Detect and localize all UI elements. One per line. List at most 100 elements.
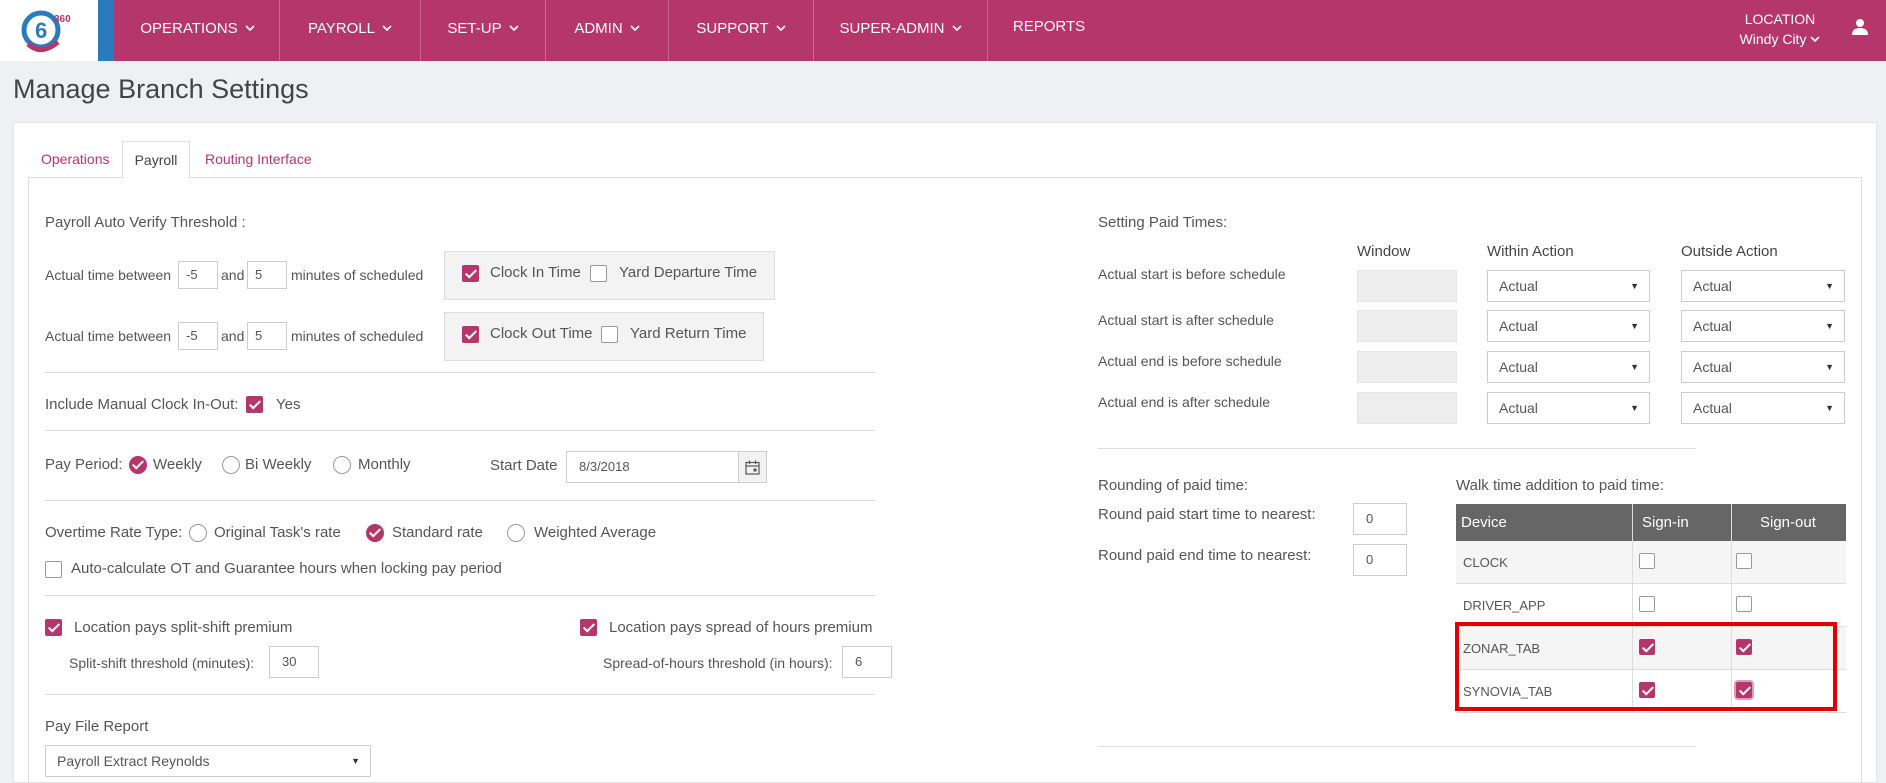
yard-departure-label: Yard Departure Time [619,264,758,281]
dropdown-arrow-icon: ▼ [1825,362,1834,372]
paid-row-label: Actual end is after schedule [1098,394,1270,410]
auto-verify-title: Payroll Auto Verify Threshold : [45,214,246,231]
paid-row-outside-select[interactable]: Actual ▼ [1681,392,1845,424]
pay-period-weekly-label: Weekly [153,456,202,473]
chevron-down-icon [1810,29,1821,45]
pay-file-label: Pay File Report [45,718,149,735]
outside-action-header: Outside Action [1681,243,1778,260]
section-divider [45,372,875,373]
device-name: DRIVER_APP [1463,598,1546,613]
pay-period-monthly-radio[interactable] [333,456,351,474]
overtime-label: Overtime Rate Type: [45,524,183,541]
manual-clock-checkbox[interactable] [246,396,263,413]
overtime-weighted-label: Weighted Average [534,524,657,541]
sign-in-checkbox[interactable] [1639,553,1655,569]
paid-row-window-input[interactable] [1357,270,1457,302]
clock-in-threshold-to[interactable]: 5 [247,261,287,289]
start-date-input[interactable]: 8/3/2018 [566,451,739,483]
sign-out-checkbox[interactable] [1736,596,1752,612]
highlight-annotation-box [1455,622,1837,711]
svg-text:360: 360 [54,14,71,25]
chevron-down-icon [245,0,255,54]
tab-payroll[interactable]: Payroll [122,141,190,179]
yard-departure-checkbox[interactable] [590,265,607,282]
clock-out-time-label: Clock Out Time [490,325,593,342]
round-end-input[interactable]: 0 [1353,544,1407,576]
pay-period-biweekly-radio[interactable] [222,456,240,474]
dropdown-arrow-icon: ▼ [1630,281,1639,291]
pay-period-label: Pay Period: [45,456,123,473]
between-label: Actual time between [45,328,172,344]
tab-bar-divider [28,177,1862,178]
user-icon[interactable] [1852,18,1868,41]
page-title: Manage Branch Settings [13,74,309,104]
svg-text:6: 6 [35,18,47,43]
calendar-button[interactable] [738,451,767,483]
paid-times-title: Setting Paid Times: [1098,214,1228,231]
split-shift-label: Location pays split-shift premium [74,619,293,636]
nav-setup[interactable]: SET-UP [421,0,545,61]
nav-support[interactable]: SUPPORT [669,0,813,61]
paid-row-outside-select[interactable]: Actual ▼ [1681,270,1845,302]
paid-row-label: Actual start is after schedule [1098,312,1274,328]
split-shift-checkbox[interactable] [45,619,62,636]
clock-out-threshold-from[interactable]: -5 [178,322,218,350]
table-row: CLOCK [1456,541,1846,584]
chevron-down-icon [951,0,962,54]
window-header: Window [1357,243,1411,260]
round-end-label: Round paid end time to nearest: [1098,547,1312,564]
split-threshold-label: Split-shift threshold (minutes): [69,655,255,671]
dropdown-arrow-icon: ▼ [351,756,360,766]
tab-operations[interactable]: Operations [41,151,109,167]
pay-period-weekly-radio[interactable] [129,456,147,474]
dropdown-arrow-icon: ▼ [1630,362,1639,372]
nav-operations[interactable]: OPERATIONS [116,0,279,61]
spread-hours-label: Location pays spread of hours premium [609,619,873,636]
section-divider [45,694,875,695]
clock-in-time-checkbox[interactable] [462,265,479,282]
clock-in-threshold-from[interactable]: -5 [178,261,218,289]
overtime-standard-radio[interactable] [366,524,384,542]
walk-time-table-header: Device Sign-in Sign-out [1456,504,1846,541]
spread-hours-checkbox[interactable] [580,619,597,636]
paid-row-window-input[interactable] [1357,310,1457,342]
chevron-down-icon [382,0,392,54]
nav-payroll[interactable]: PAYROLL [280,0,420,61]
tab-routing-interface[interactable]: Routing Interface [205,151,312,167]
paid-row-within-select[interactable]: Actual ▼ [1487,310,1650,342]
paid-row-label: Actual start is before schedule [1098,266,1286,282]
rounding-title: Rounding of paid time: [1098,477,1249,494]
device-name: CLOCK [1463,555,1508,570]
round-start-input[interactable]: 0 [1353,503,1407,535]
paid-row-window-input[interactable] [1357,392,1457,424]
dropdown-arrow-icon: ▼ [1630,403,1639,413]
clock-out-threshold-to[interactable]: 5 [247,322,287,350]
minutes-label: minutes of scheduled [291,328,424,344]
auto-calc-ot-checkbox[interactable] [45,561,62,578]
walk-time-title: Walk time addition to paid time: [1456,477,1664,494]
yard-return-checkbox[interactable] [601,326,618,343]
overtime-original-radio[interactable] [189,524,207,542]
nav-reports[interactable]: REPORTS [988,0,1110,61]
nav-admin[interactable]: ADMIN [546,0,668,61]
paid-row-outside-select[interactable]: Actual ▼ [1681,310,1845,342]
nav-super-admin[interactable]: SUPER-ADMIN [814,0,987,61]
split-threshold-input[interactable]: 30 [269,646,319,678]
sign-out-checkbox[interactable] [1736,553,1752,569]
paid-row-within-select[interactable]: Actual ▼ [1487,392,1650,424]
location-selector[interactable]: Windy City [1720,29,1840,47]
spread-threshold-input[interactable]: 6 [842,646,892,678]
dropdown-arrow-icon: ▼ [1630,321,1639,331]
paid-row-within-select[interactable]: Actual ▼ [1487,351,1650,383]
paid-row-window-input[interactable] [1357,351,1457,383]
section-divider [45,500,875,501]
dropdown-arrow-icon: ▼ [1825,321,1834,331]
company-logo[interactable]: 6 360 [0,0,98,61]
and-label: and [221,328,245,344]
paid-row-outside-select[interactable]: Actual ▼ [1681,351,1845,383]
paid-row-within-select[interactable]: Actual ▼ [1487,270,1650,302]
clock-out-time-checkbox[interactable] [462,326,479,343]
pay-file-select[interactable]: Payroll Extract Reynolds ▼ [45,745,371,777]
overtime-weighted-radio[interactable] [507,524,525,542]
sign-in-checkbox[interactable] [1639,596,1655,612]
